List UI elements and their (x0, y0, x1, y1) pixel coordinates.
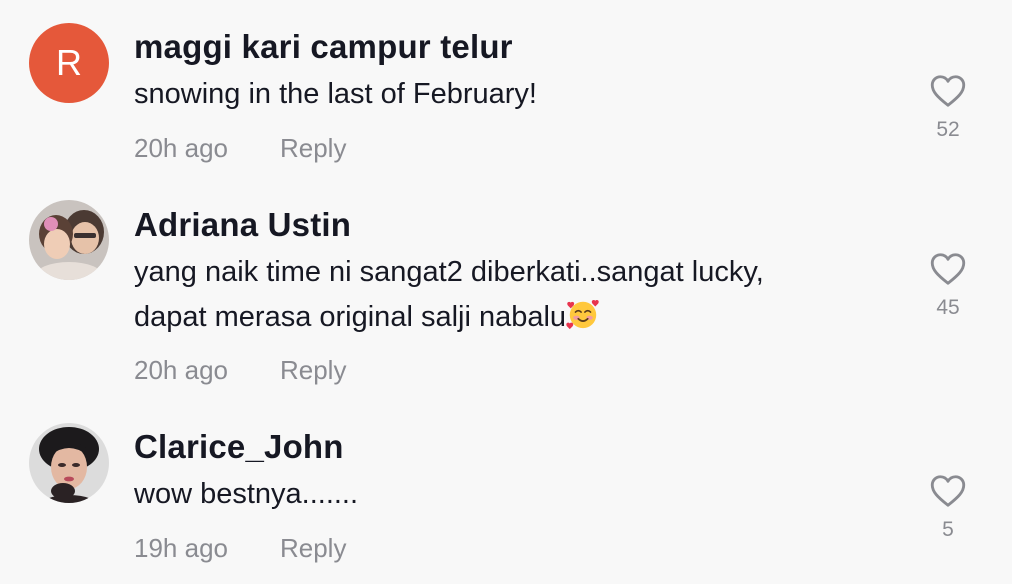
comment-line: dapat merasa original salji nabalu (134, 301, 567, 333)
comment-meta: 19h ago Reply (134, 533, 346, 564)
comment-meta: 20h ago Reply (134, 355, 346, 386)
comment-line: snowing in the last of February! (134, 78, 537, 110)
comment-line-wrap: dapat merasa original salji nabalu (134, 295, 764, 340)
comment-meta: 20h ago Reply (134, 133, 346, 164)
timestamp: 20h ago (134, 133, 228, 163)
avatar[interactable]: R (29, 23, 109, 103)
smiling-face-with-hearts-icon (566, 300, 599, 330)
avatar[interactable] (29, 423, 109, 503)
heart-icon (930, 75, 966, 107)
timestamp: 20h ago (134, 355, 228, 385)
heart-icon (930, 253, 966, 285)
comment-line: wow bestnya....... (134, 478, 359, 510)
like-button[interactable]: 45 (918, 252, 978, 320)
avatar-photo (29, 200, 109, 280)
reply-button[interactable]: Reply (280, 355, 346, 386)
avatar-letter: R (56, 42, 82, 83)
like-count: 45 (936, 296, 960, 319)
username[interactable]: Clarice_John (134, 428, 344, 466)
timestamp: 19h ago (134, 533, 228, 563)
comment-list: R maggi kari campur telur snowing in the… (0, 0, 1012, 584)
username[interactable]: Adriana Ustin (134, 206, 351, 244)
avatar-photo (29, 423, 109, 503)
like-count: 52 (936, 118, 960, 141)
comment-line: yang naik time ni sangat2 diberkati..san… (134, 256, 764, 288)
avatar[interactable] (29, 200, 109, 280)
comment-text: yang naik time ni sangat2 diberkati..san… (134, 250, 764, 340)
heart-icon (930, 475, 966, 507)
like-button[interactable]: 5 (918, 474, 978, 542)
like-button[interactable]: 52 (918, 74, 978, 142)
comment-text: snowing in the last of February! (134, 72, 537, 117)
reply-button[interactable]: Reply (280, 533, 346, 564)
like-count: 5 (942, 518, 954, 541)
username[interactable]: maggi kari campur telur (134, 28, 513, 66)
reply-button[interactable]: Reply (280, 133, 346, 164)
comment-text: wow bestnya....... (134, 472, 358, 517)
